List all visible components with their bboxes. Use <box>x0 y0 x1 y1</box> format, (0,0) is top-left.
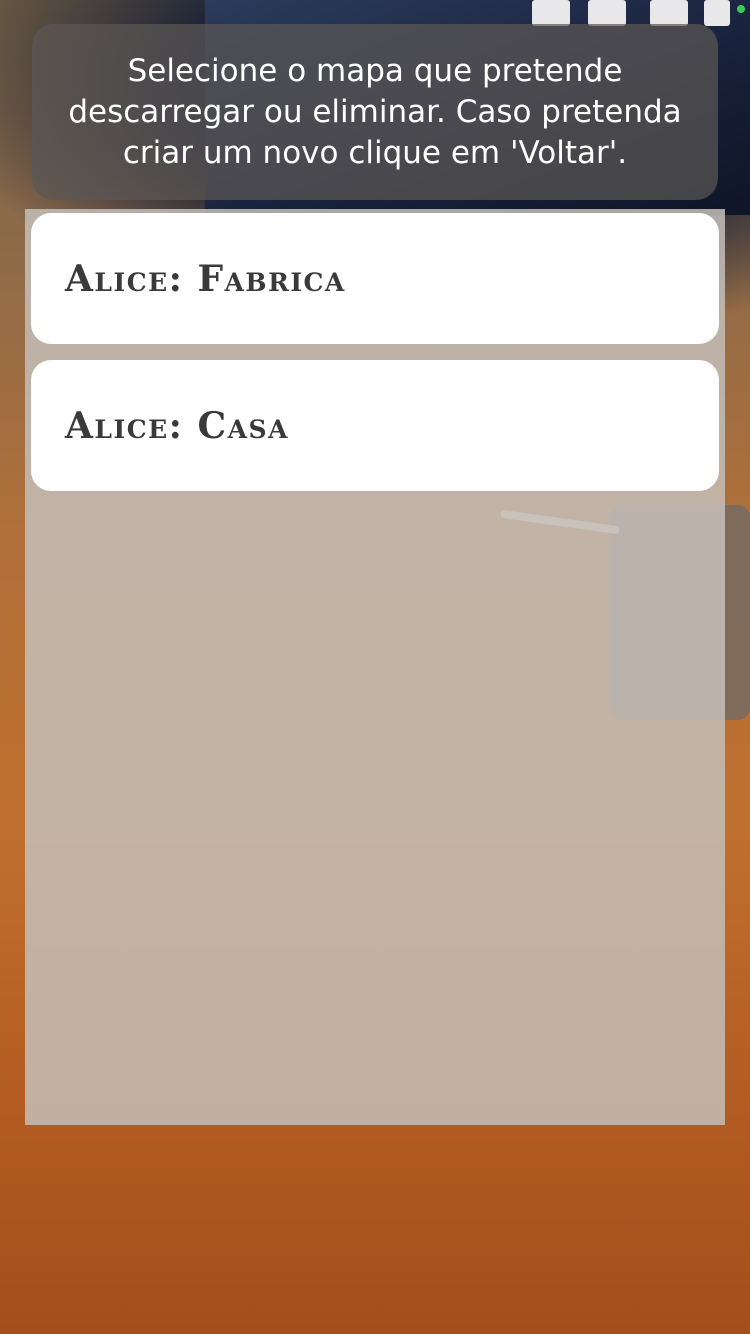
instruction-banner: Selecione o mapa que pretende descarrega… <box>32 24 718 200</box>
instruction-text: Selecione o mapa que pretende descarrega… <box>68 52 682 171</box>
background-laptop-sticker <box>650 0 688 26</box>
map-item-alice-casa[interactable]: Alice: Casa <box>31 360 719 491</box>
map-item-label: Alice: Casa <box>65 404 289 447</box>
background-laptop-sticker <box>532 0 570 26</box>
background-laptop-sticker <box>588 0 626 26</box>
map-item-label: Alice: Fabrica <box>65 257 346 300</box>
background-laptop-sticker <box>704 0 730 26</box>
map-item-alice-fabrica[interactable]: Alice: Fabrica <box>31 213 719 344</box>
maps-panel: Alice: Fabrica Alice: Casa <box>25 209 725 1125</box>
camera-indicator-icon <box>737 5 745 13</box>
map-list: Alice: Fabrica Alice: Casa <box>31 213 719 507</box>
